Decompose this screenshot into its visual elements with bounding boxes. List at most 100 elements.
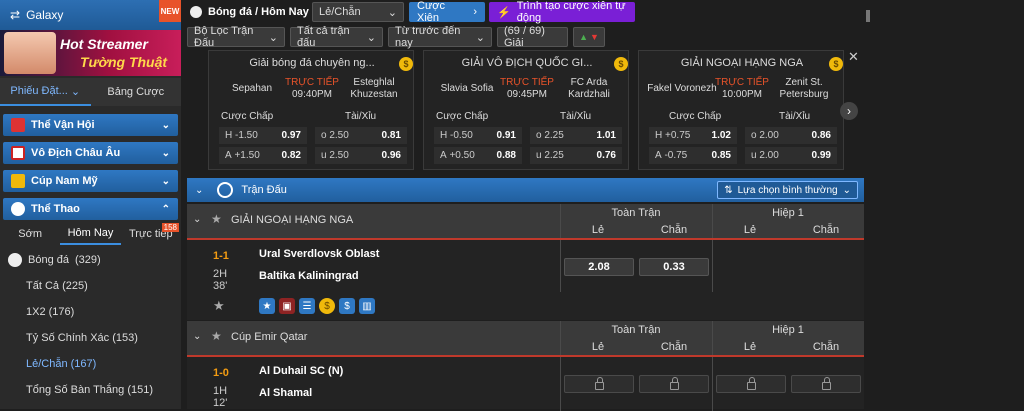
- card-odd-cell[interactable]: H -1.50 0.97: [219, 127, 307, 144]
- bet-type-all[interactable]: Tất Cả (225): [0, 274, 181, 298]
- coin-icon[interactable]: $: [399, 57, 413, 71]
- card-odd-cell[interactable]: H -0.50 0.91: [434, 127, 522, 144]
- subtab-today[interactable]: Hôm Nay: [60, 223, 121, 245]
- all-matches-filter[interactable]: Tất cả trận đấu ⌄: [290, 25, 383, 49]
- featured-match-card[interactable]: Giải bóng đá chuyên ng... $ Sepahan TRỰC…: [208, 50, 414, 170]
- chevron-down-icon: ⌄: [161, 147, 170, 159]
- menu-olympics[interactable]: Thể Vận Hội ⌄: [3, 114, 178, 136]
- odd-button[interactable]: 2.08: [564, 258, 634, 276]
- cashout-icon[interactable]: $: [339, 298, 355, 314]
- league-section-header: ⌄ ★ Cúp Emir Qatar Toàn Trận Hiệp 1 Lẻ C…: [187, 321, 864, 355]
- auto-parlay-builder-button[interactable]: ⚡ Trình tạo cược xiên tự động: [489, 0, 635, 24]
- star-icon[interactable]: ★: [259, 298, 275, 314]
- match-minute: 38': [213, 280, 228, 292]
- match-row: 1-1 2H 38' ★ Ural Sverdlovsk Oblast Balt…: [187, 238, 864, 320]
- breadcrumb: Bóng đá / Hôm Nay: [190, 6, 309, 18]
- card-odd-cell[interactable]: o 2.25 1.01: [530, 127, 622, 144]
- sort-icon: ⇅: [724, 184, 733, 196]
- match-period: 2H: [213, 268, 228, 280]
- coin-icon[interactable]: $: [829, 57, 843, 71]
- col-even: Chẵn: [660, 341, 688, 353]
- all-matches-label: Tất cả trận đấu: [297, 25, 350, 49]
- col-odd: Lẻ: [591, 341, 605, 353]
- card-odd-cell[interactable]: A -0.75 0.85: [649, 147, 737, 164]
- hot-streamer-banner[interactable]: Hot Streamer Tường Thuật: [0, 30, 181, 76]
- featured-match-card[interactable]: GIẢI VÔ ĐỊCH QUỐC GI... $ Slavia Sofia T…: [423, 50, 629, 170]
- soccer-ball-icon: [11, 202, 25, 216]
- home-team: Al Duhail SC (N): [259, 365, 344, 377]
- tab-bet-list[interactable]: Bảng Cược: [91, 78, 182, 106]
- card-odd-cell[interactable]: u 2.25 0.76: [530, 147, 622, 164]
- bar-chart-icon[interactable]: ▥: [359, 298, 375, 314]
- col-full-time: Toàn Trận: [611, 324, 661, 336]
- matches-title: Trận Đấu: [241, 184, 287, 196]
- card-home-team: Sepahan: [231, 83, 273, 94]
- betslip-tabs: Phiếu Đặt... ⌄ Bảng Cược: [0, 78, 181, 106]
- sport-soccer[interactable]: Bóng đá (329): [0, 248, 181, 272]
- card-odd-cell[interactable]: u 2.00 0.99: [745, 147, 837, 164]
- menu-label: Thể Thao: [31, 203, 80, 215]
- league-section-header: ⌄ ★ GIẢI NGOẠI HẠNG NGA Toàn Trận Hiệp 1…: [187, 204, 864, 238]
- menu-label: Vô Địch Châu Âu: [31, 147, 121, 159]
- close-icon[interactable]: ✕: [848, 49, 859, 65]
- locked-odd: [716, 375, 786, 393]
- bet-type-total-goals[interactable]: Tổng Số Bàn Thắng (151): [0, 378, 181, 402]
- tab-betslip[interactable]: Phiếu Đặt... ⌄: [0, 78, 91, 106]
- card-odd-cell[interactable]: u 2.50 0.96: [315, 147, 407, 164]
- col-odd: Lẻ: [743, 341, 757, 353]
- column-divider: [712, 240, 713, 292]
- star-icon[interactable]: ★: [211, 329, 222, 343]
- market-select[interactable]: Lẻ/Chẵn ⌄: [312, 2, 404, 22]
- soccer-ball-icon: [8, 253, 22, 267]
- chevron-right-icon[interactable]: ›: [840, 102, 858, 120]
- chevron-down-icon[interactable]: ⌄: [193, 214, 201, 225]
- parlay-button[interactable]: Cược Xiên ›: [409, 0, 485, 24]
- menu-copa-america[interactable]: Cúp Nam Mỹ ⌄: [3, 170, 178, 192]
- match-filter-label: Bộ Lọc Trận Đấu: [194, 25, 254, 49]
- sort-toggle[interactable]: ▲ ▼: [573, 27, 605, 47]
- sort-mode-select[interactable]: ⇅ Lựa chọn bình thường ⌄: [717, 181, 858, 199]
- time-filter[interactable]: Từ trước đến nay ⌄: [388, 25, 492, 49]
- chevron-down-icon: ⌄: [475, 31, 485, 44]
- card-handicap-header: Cược Chấp: [669, 111, 722, 122]
- coin-icon[interactable]: $: [614, 57, 628, 71]
- chevron-down-icon: ⌄: [161, 119, 170, 131]
- stats-board-icon[interactable]: ☰: [299, 298, 315, 314]
- card-live-status: TRỰC TIẾP: [715, 77, 769, 88]
- swap-icon: ⇄: [10, 8, 21, 22]
- chevron-down-icon[interactable]: ⌄: [193, 331, 201, 342]
- subtab-early[interactable]: Sớm: [0, 223, 60, 245]
- menu-euro[interactable]: Vô Địch Châu Âu ⌄: [3, 142, 178, 164]
- match-minute: 12': [213, 397, 228, 409]
- card-odd-cell[interactable]: A +0.50 0.88: [434, 147, 522, 164]
- column-divider: [712, 357, 713, 411]
- galaxy-switch[interactable]: ⇄ Galaxy: [0, 0, 181, 30]
- menu-sports[interactable]: Thể Thao ⌃: [3, 198, 178, 220]
- league-count[interactable]: (69 / 69) Giải: [497, 25, 568, 49]
- star-icon[interactable]: ★: [211, 212, 222, 226]
- bet-type-odd-even[interactable]: Lẻ/Chẵn (167): [0, 352, 181, 376]
- card-league: GIẢI NGOẠI HẠNG NGA: [680, 57, 804, 69]
- card-odd-cell[interactable]: A +1.50 0.82: [219, 147, 307, 164]
- live-tv-icon[interactable]: ▣: [279, 298, 295, 314]
- col-even: Chẵn: [660, 224, 688, 236]
- bet-type-1x2[interactable]: 1X2 (176): [0, 300, 181, 324]
- featured-match-card[interactable]: GIẢI NGOẠI HẠNG NGA $ Fakel Voronezh TRỰ…: [638, 50, 844, 170]
- menu-label: Thể Vận Hội: [31, 119, 95, 131]
- card-odd-cell[interactable]: H +0.75 1.02: [649, 127, 737, 144]
- card-odd-cell[interactable]: o 2.50 0.81: [315, 127, 407, 144]
- trophy-icon: [11, 174, 25, 188]
- bet-type-correct-score[interactable]: Tỷ Số Chính Xác (153): [0, 326, 181, 350]
- parlay-label: Cược Xiên: [417, 0, 446, 24]
- card-odd-cell[interactable]: o 2.00 0.86: [745, 127, 837, 144]
- lock-icon: [594, 376, 604, 390]
- coin-icon[interactable]: $: [319, 298, 335, 314]
- star-icon[interactable]: ★: [213, 298, 225, 314]
- lock-icon: [821, 376, 831, 390]
- even-button[interactable]: 0.33: [639, 258, 709, 276]
- sport-label: Bóng đá: [28, 254, 69, 266]
- chevron-down-icon[interactable]: ⌄: [195, 185, 203, 196]
- chevron-down-icon: ⌄: [366, 31, 376, 44]
- match-filter[interactable]: Bộ Lọc Trận Đấu ⌄: [187, 25, 285, 49]
- banner-line2: Tường Thuật: [80, 54, 168, 70]
